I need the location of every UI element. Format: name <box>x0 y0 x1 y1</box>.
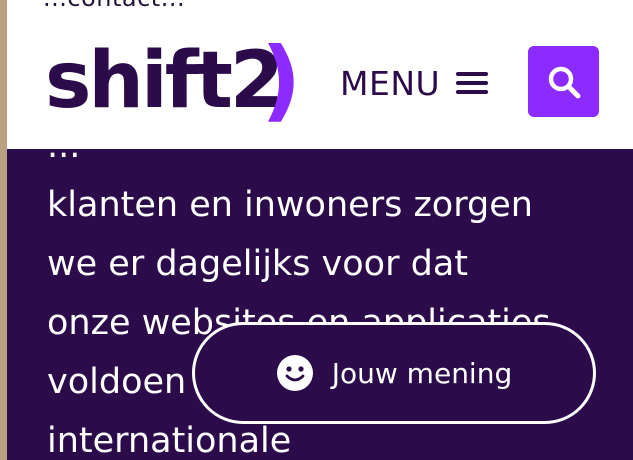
menu-label: MENU <box>340 63 441 103</box>
site-logo[interactable]: shift2 ) <box>45 32 305 128</box>
window-edge <box>0 0 7 460</box>
paragraph-line: internationale <box>47 421 292 460</box>
logo-mark: ) <box>261 28 302 131</box>
smiley-icon <box>276 355 313 391</box>
paragraph-line: we er dagelijks voor dat <box>47 244 468 284</box>
site-header: shift2 ) MENU <box>7 8 633 149</box>
search-icon <box>548 66 580 98</box>
scrolled-text: ...contact... <box>43 0 185 8</box>
logo-wordmark: shift2 <box>45 36 284 126</box>
feedback-button[interactable]: Jouw mening <box>192 322 596 424</box>
menu-button[interactable]: MENU <box>340 63 489 103</box>
search-button[interactable] <box>528 46 599 117</box>
feedback-label: Jouw mening <box>331 356 513 390</box>
paragraph-line: klanten en inwoners zorgen <box>47 185 533 225</box>
hamburger-icon <box>456 70 489 96</box>
scrolled-content-edge: ...contact... <box>7 0 633 8</box>
paragraph-line: ... <box>47 149 80 166</box>
